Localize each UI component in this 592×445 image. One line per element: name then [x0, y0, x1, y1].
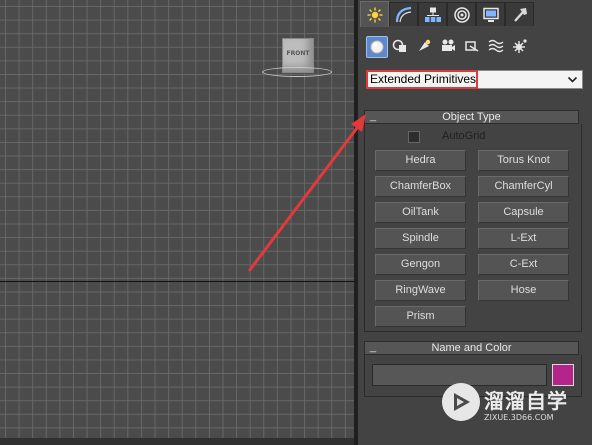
category-helpers[interactable]	[462, 36, 482, 56]
category-cameras[interactable]	[438, 36, 458, 56]
viewport-bottom-edge	[0, 438, 354, 445]
spindle-button[interactable]: Spindle	[375, 228, 466, 249]
capsule-button[interactable]: Capsule	[478, 202, 569, 223]
modify-icon	[395, 6, 411, 22]
tab-create[interactable]	[360, 1, 389, 27]
systems-icon	[513, 39, 527, 53]
ringwave-button[interactable]: RingWave	[375, 280, 466, 301]
tab-motion[interactable]	[447, 2, 476, 26]
world-axis-line	[0, 281, 354, 282]
chevron-down-icon[interactable]	[567, 74, 578, 85]
category-shapes[interactable]	[390, 36, 410, 56]
front-viewport[interactable]: FRONT	[0, 0, 354, 445]
watermark: 溜溜自学 ZIXUE.3D66.COM	[442, 378, 567, 433]
tab-hierarchy[interactable]	[418, 2, 447, 26]
category-geometry[interactable]	[366, 36, 388, 58]
utilities-icon	[513, 7, 527, 22]
object-type-rollout-header[interactable]: _ Object Type	[364, 110, 579, 124]
command-panel-tabs	[358, 0, 592, 27]
hedra-button[interactable]: Hedra	[375, 150, 466, 171]
gengon-button[interactable]: Gengon	[375, 254, 466, 275]
name-and-color-rollout-header[interactable]: _ Name and Color	[364, 341, 579, 355]
cameras-icon	[442, 39, 455, 51]
object-type-title: Object Type	[442, 111, 501, 123]
watermark-brand: 溜溜自学	[484, 389, 568, 413]
tab-modify[interactable]	[389, 2, 418, 26]
annotation-highlight-box	[366, 70, 478, 89]
tab-display[interactable]	[476, 2, 505, 26]
geometry-icon	[370, 40, 384, 54]
space-warps-icon	[488, 39, 504, 53]
hierarchy-icon	[424, 7, 441, 22]
shapes-icon	[392, 39, 406, 52]
subcategory-dropdown[interactable]: Extended Primitives	[366, 70, 583, 89]
chamfercyl-button[interactable]: ChamferCyl	[478, 176, 569, 197]
autogrid-label: AutoGrid	[442, 130, 486, 142]
category-space-warps[interactable]	[486, 36, 506, 56]
helpers-icon	[465, 41, 479, 52]
create-icon	[367, 7, 382, 22]
category-systems[interactable]	[510, 36, 530, 56]
collapse-icon[interactable]: _	[370, 341, 376, 353]
lights-icon	[419, 39, 431, 51]
motion-icon	[453, 6, 470, 23]
display-icon	[482, 7, 499, 22]
prism-button[interactable]: Prism	[375, 306, 466, 327]
torus-knot-button[interactable]: Torus Knot	[478, 150, 569, 171]
oiltank-button[interactable]: OilTank	[375, 202, 466, 223]
watermark-url: ZIXUE.3D66.COM	[484, 413, 554, 422]
autogrid-checkbox[interactable]	[408, 131, 420, 143]
chamferbox-button[interactable]: ChamferBox	[375, 176, 466, 197]
l-ext-button[interactable]: L-Ext	[478, 228, 569, 249]
viewcube[interactable]: FRONT	[262, 38, 332, 80]
collapse-icon[interactable]: _	[370, 110, 376, 122]
hose-button[interactable]: Hose	[478, 280, 569, 301]
viewcube-compass-ring[interactable]	[262, 67, 332, 77]
category-lights[interactable]	[414, 36, 434, 56]
name-and-color-title: Name and Color	[431, 342, 512, 354]
tab-utilities[interactable]	[505, 2, 534, 26]
c-ext-button[interactable]: C-Ext	[478, 254, 569, 275]
watermark-logo-icon	[442, 383, 480, 421]
